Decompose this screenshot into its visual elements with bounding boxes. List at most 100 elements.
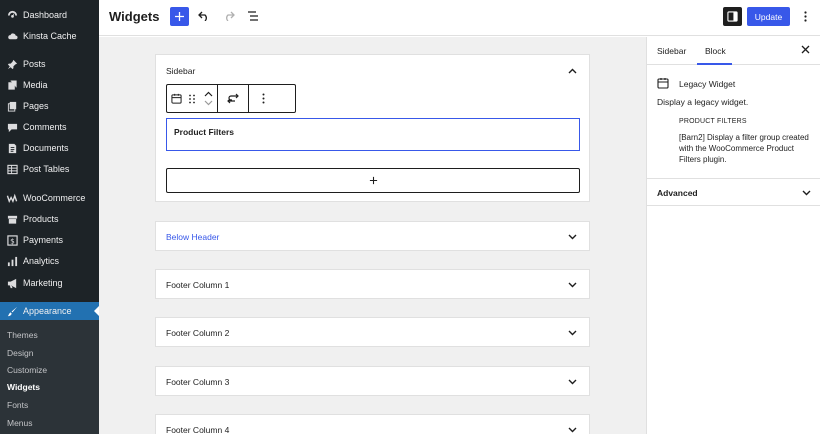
menu-label: Documents — [23, 143, 69, 153]
pages-icon — [6, 100, 18, 112]
chevron-down-icon[interactable] — [567, 377, 577, 387]
chevron-down-icon[interactable] — [567, 328, 577, 338]
archive-icon — [6, 213, 18, 225]
chevron-down-icon[interactable] — [204, 100, 213, 106]
update-button[interactable]: Update — [747, 7, 790, 26]
move-buttons[interactable] — [199, 85, 217, 112]
chevron-up-icon[interactable] — [204, 91, 213, 97]
legacy-widget-block[interactable]: Product Filters — [166, 118, 580, 151]
widget-canvas: Sidebar Product Filters Below Header Foo… — [99, 37, 646, 434]
brush-icon — [6, 305, 18, 317]
submenu-item-menus[interactable]: Menus — [7, 418, 33, 428]
redo-icon — [226, 11, 235, 21]
cloud-icon — [6, 30, 18, 42]
menu-item-posts[interactable]: Posts — [0, 55, 99, 73]
widget-area-below-header[interactable]: Below Header — [155, 221, 590, 251]
plus-icon — [369, 176, 377, 185]
menu-label: Pages — [23, 101, 49, 111]
document-icon — [6, 142, 18, 154]
widget-area-footer-column-1[interactable]: Footer Column 1 — [155, 269, 590, 299]
menu-label: Appearance — [23, 306, 72, 316]
menu-item-post-tables[interactable]: Post Tables — [0, 160, 99, 178]
appearance-submenu: Themes Design Customize Widgets Fonts Me… — [0, 320, 99, 434]
widget-area-footer-column-2[interactable]: Footer Column 2 — [155, 317, 590, 347]
widget-area-footer-column-4[interactable]: Footer Column 4 — [155, 414, 590, 434]
submenu-item-customize[interactable]: Customize — [7, 365, 47, 375]
list-view-button[interactable] — [245, 8, 261, 24]
menu-item-kinsta-cache[interactable]: Kinsta Cache — [0, 27, 99, 45]
move-to-icon — [227, 93, 239, 104]
widget-block-title: Product Filters — [174, 127, 234, 137]
add-block-button[interactable] — [170, 7, 189, 26]
settings-panel: Sidebar Block Legacy Widget Display a le… — [646, 37, 820, 434]
calendar-icon — [657, 77, 669, 89]
menu-label: Payments — [23, 235, 64, 245]
submenu-item-design[interactable]: Design — [7, 348, 33, 358]
plus-icon — [175, 12, 184, 21]
undo-icon — [198, 11, 207, 21]
menu-label: Products — [23, 214, 59, 224]
panel-tabs: Sidebar Block — [647, 37, 820, 65]
chart-icon — [6, 255, 18, 267]
move-to-widget-area-button[interactable] — [218, 85, 248, 112]
menu-item-woocommerce[interactable]: WooCommerce — [0, 189, 99, 207]
menu-item-dashboard[interactable]: Dashboard — [0, 6, 99, 24]
submenu-item-themes[interactable]: Themes — [7, 330, 38, 340]
block-toolbar — [166, 84, 296, 113]
block-name: Legacy Widget — [679, 79, 736, 89]
menu-label: WooCommerce — [23, 193, 86, 203]
menu-item-appearance[interactable]: Appearance — [0, 302, 99, 320]
chevron-down-icon[interactable] — [567, 280, 577, 290]
chevron-up-icon[interactable] — [567, 66, 577, 76]
chevron-down-icon[interactable] — [567, 425, 577, 434]
settings-toggle-button[interactable] — [723, 7, 742, 26]
comment-icon — [6, 121, 18, 133]
menu-item-comments[interactable]: Comments — [0, 118, 99, 136]
woo-icon — [6, 192, 18, 204]
svg-text:$: $ — [10, 236, 15, 245]
tab-block[interactable]: Block — [705, 46, 726, 56]
menu-label: Posts — [23, 59, 46, 69]
block-type-button[interactable] — [167, 85, 185, 112]
drag-handle[interactable] — [185, 85, 199, 112]
widget-description: [Barn2] Display a filter group created w… — [679, 133, 809, 164]
widget-area-title[interactable]: Sidebar — [166, 66, 195, 76]
widget-area-title: Footer Column 3 — [166, 377, 230, 387]
block-description: Display a legacy widget. — [657, 97, 749, 107]
more-options-button[interactable] — [799, 8, 811, 24]
menu-item-payments[interactable]: $ Payments — [0, 231, 99, 249]
widget-area-title: Footer Column 1 — [166, 280, 230, 290]
widget-area-footer-column-3[interactable]: Footer Column 3 — [155, 366, 590, 396]
tab-sidebar[interactable]: Sidebar — [657, 46, 686, 56]
chevron-down-icon[interactable] — [801, 188, 811, 198]
add-block-appender[interactable] — [166, 168, 580, 193]
active-tab-indicator — [697, 63, 732, 65]
menu-item-products[interactable]: Products — [0, 210, 99, 228]
media-icon — [6, 79, 18, 91]
advanced-panel-toggle[interactable]: Advanced — [647, 178, 820, 206]
undo-button[interactable] — [196, 8, 212, 24]
submenu-item-widgets[interactable]: Widgets — [7, 382, 40, 392]
widget-label: PRODUCT FILTERS — [679, 118, 747, 125]
more-vertical-icon — [262, 93, 264, 104]
chevron-down-icon[interactable] — [567, 232, 577, 242]
menu-item-marketing[interactable]: Marketing — [0, 274, 99, 292]
menu-label: Analytics — [23, 256, 60, 266]
sidebar-panel-icon — [727, 11, 738, 22]
more-vertical-icon — [803, 10, 807, 22]
menu-item-analytics[interactable]: Analytics — [0, 252, 99, 270]
menu-item-documents[interactable]: Documents — [0, 139, 99, 157]
submenu-item-fonts[interactable]: Fonts — [7, 400, 28, 410]
page-title: Widgets — [109, 9, 160, 24]
dashboard-icon — [6, 9, 18, 21]
advanced-label: Advanced — [657, 188, 698, 198]
menu-item-media[interactable]: Media — [0, 76, 99, 94]
redo-button[interactable] — [221, 8, 237, 24]
editor-header: Widgets Update — [99, 0, 820, 36]
menu-label: Marketing — [23, 278, 63, 288]
menu-item-pages[interactable]: Pages — [0, 97, 99, 115]
menu-label: Kinsta Cache — [23, 31, 77, 41]
block-options-button[interactable] — [249, 85, 277, 112]
close-panel-button[interactable] — [801, 45, 811, 55]
close-icon — [801, 45, 810, 54]
